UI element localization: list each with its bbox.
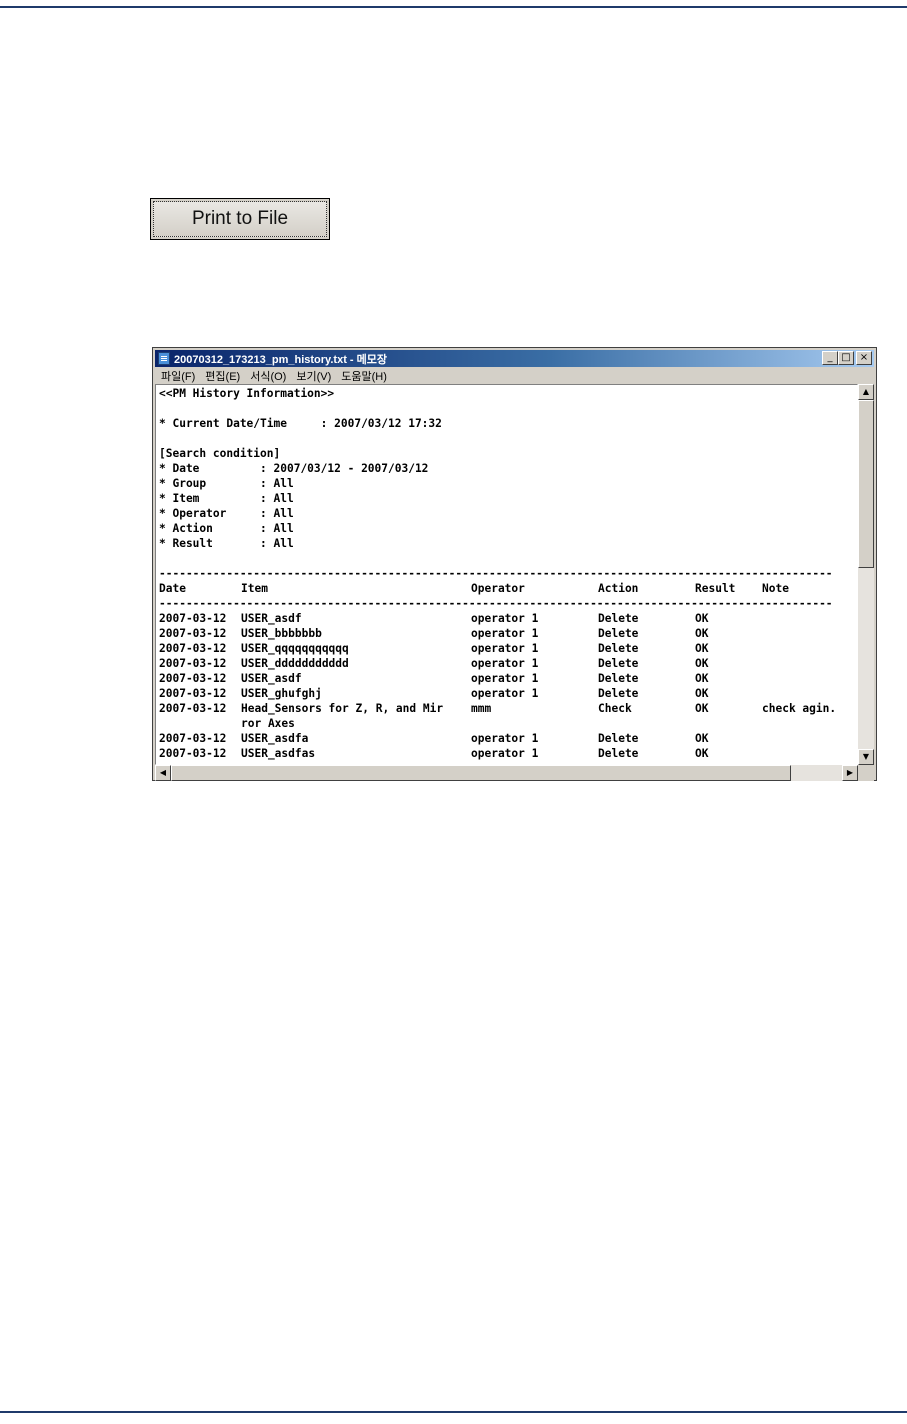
cell-item: USER_asdfa	[241, 732, 309, 745]
menu-view[interactable]: 보기(V)	[296, 368, 331, 384]
cell-operator: operator 1	[471, 672, 539, 685]
cell-date: 2007-03-12	[159, 612, 227, 625]
cell-action: Check	[598, 702, 632, 715]
scroll-left-arrow-icon[interactable]: ◀	[155, 765, 171, 781]
doc-header-line: * Date : 2007/03/12 - 2007/03/12	[159, 462, 429, 475]
vertical-scrollbar[interactable]: ▲ ▼	[858, 384, 874, 765]
print-to-file-button[interactable]: Print to File	[150, 198, 330, 240]
cell-date: 2007-03-12	[159, 687, 227, 700]
cell-operator: operator 1	[471, 747, 539, 760]
menu-format[interactable]: 서식(O)	[250, 368, 286, 384]
cell-result: OK	[695, 702, 709, 715]
cell-item: USER_ghufghj	[241, 687, 322, 700]
cell-date: 2007-03-12	[159, 702, 227, 715]
title-bar[interactable]: 20070312_173213_pm_history.txt - 메모장 _ □…	[155, 350, 874, 367]
scroll-right-arrow-icon[interactable]: ▶	[842, 765, 858, 781]
horizontal-scroll-thumb[interactable]	[171, 765, 791, 781]
cell-date: 2007-03-12	[159, 627, 227, 640]
print-to-file-label: Print to File	[191, 208, 289, 229]
cell-item: USER_bbbbbbb	[241, 627, 322, 640]
cell-item: USER_asdf	[241, 612, 302, 625]
cell-result: OK	[695, 687, 709, 700]
column-header-date: Date	[159, 582, 186, 595]
cell-date: 2007-03-12	[159, 747, 227, 760]
column-header-action: Action	[598, 582, 639, 595]
cell-result: OK	[695, 657, 709, 670]
cell-date: 2007-03-12	[159, 642, 227, 655]
menu-bar: 파일(F) 편집(E) 서식(O) 보기(V) 도움말(H)	[155, 368, 874, 384]
cell-operator: mmm	[471, 702, 492, 715]
separator-line: ----------------------------------------…	[159, 567, 833, 580]
maximize-button[interactable]: □	[838, 351, 854, 365]
cell-action: Delete	[598, 657, 639, 670]
column-header-note: Note	[762, 582, 789, 595]
cell-item: USER_ddddddddddd	[241, 657, 349, 670]
cell-operator: operator 1	[471, 642, 539, 655]
minimize-button[interactable]: _	[822, 351, 838, 365]
doc-header-line: <<PM History Information>>	[159, 387, 335, 400]
doc-header-line: * Result : All	[159, 537, 294, 550]
cell-result: OK	[695, 732, 709, 745]
doc-header-line: * Operator : All	[159, 507, 294, 520]
menu-help[interactable]: 도움말(H)	[341, 368, 387, 384]
notepad-window: 20070312_173213_pm_history.txt - 메모장 _ □…	[152, 347, 877, 781]
cell-action: Delete	[598, 732, 639, 745]
cell-operator: operator 1	[471, 657, 539, 670]
vertical-scroll-thumb[interactable]	[858, 400, 874, 568]
cell-action: Delete	[598, 627, 639, 640]
cell-result: OK	[695, 642, 709, 655]
cell-operator: operator 1	[471, 687, 539, 700]
cell-date: 2007-03-12	[159, 657, 227, 670]
top-rule	[0, 6, 907, 8]
doc-header-line: * Item : All	[159, 492, 294, 505]
cell-item: ror Axes	[241, 717, 295, 730]
menu-file[interactable]: 파일(F)	[161, 368, 195, 384]
column-header-result: Result	[695, 582, 736, 595]
menu-edit[interactable]: 편집(E)	[205, 368, 240, 384]
cell-item: USER_asdfas	[241, 747, 316, 760]
cell-action: Delete	[598, 612, 639, 625]
cell-result: OK	[695, 672, 709, 685]
column-header-operator: Operator	[471, 582, 525, 595]
cell-operator: operator 1	[471, 612, 539, 625]
cell-action: Delete	[598, 672, 639, 685]
window-controls: _ □ ×	[822, 351, 872, 365]
doc-header-line: * Group : All	[159, 477, 294, 490]
bottom-rule	[0, 1411, 907, 1413]
cell-action: Delete	[598, 687, 639, 700]
resize-grip-icon[interactable]	[858, 765, 874, 781]
cell-operator: operator 1	[471, 627, 539, 640]
column-header-item: Item	[241, 582, 268, 595]
cell-item: Head_Sensors for Z, R, and Mir	[241, 702, 444, 715]
cell-action: Delete	[598, 642, 639, 655]
notepad-icon	[158, 352, 170, 365]
doc-header-line: * Current Date/Time : 2007/03/12 17:32	[159, 417, 442, 430]
print-to-file-button-face[interactable]: Print to File	[153, 201, 327, 237]
separator-line: ----------------------------------------…	[159, 597, 833, 610]
cell-result: OK	[695, 627, 709, 640]
doc-header-line: [Search condition]	[159, 447, 281, 460]
cell-date: 2007-03-12	[159, 672, 227, 685]
cell-note: check agin.	[762, 702, 837, 715]
close-button[interactable]: ×	[856, 351, 872, 365]
window-title: 20070312_173213_pm_history.txt - 메모장	[174, 353, 387, 366]
doc-header-line: * Action : All	[159, 522, 294, 535]
text-editor[interactable]: <<PM History Information>> * Current Date…	[155, 384, 858, 765]
cell-result: OK	[695, 612, 709, 625]
cell-date: 2007-03-12	[159, 732, 227, 745]
scroll-up-arrow-icon[interactable]: ▲	[858, 384, 874, 400]
scroll-down-arrow-icon[interactable]: ▼	[858, 749, 874, 765]
cell-item: USER_qqqqqqqqqqq	[241, 642, 349, 655]
horizontal-scrollbar[interactable]: ◀ ▶	[155, 765, 858, 781]
cell-item: USER_asdf	[241, 672, 302, 685]
cell-action: Delete	[598, 747, 639, 760]
cell-result: OK	[695, 747, 709, 760]
cell-operator: operator 1	[471, 732, 539, 745]
